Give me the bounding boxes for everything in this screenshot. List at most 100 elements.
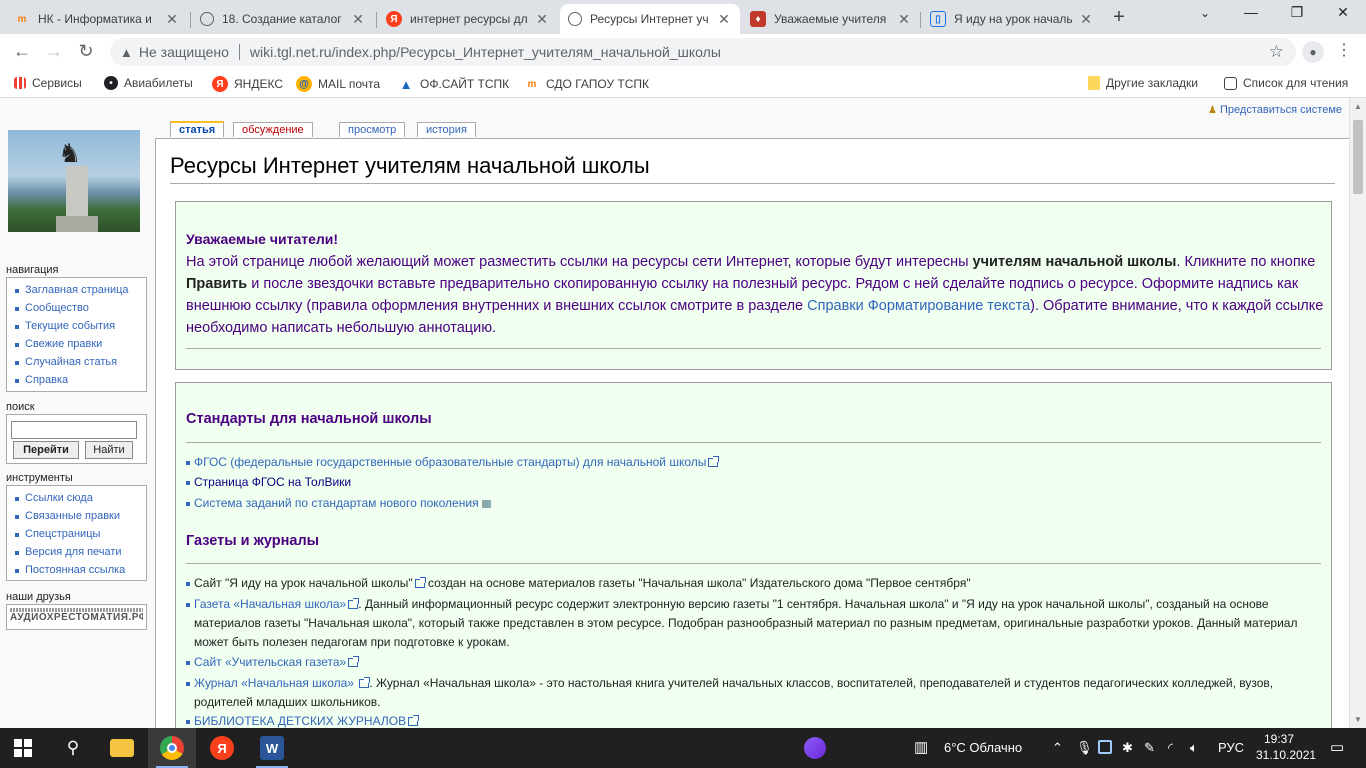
close-icon[interactable]: ✕ bbox=[716, 11, 732, 28]
tab-title: Я иду на урок началь bbox=[954, 12, 1073, 26]
content-area: Ресурсы Интернет учителям начальной школ… bbox=[155, 138, 1350, 728]
divider bbox=[238, 44, 240, 60]
taskbar-word[interactable]: W bbox=[248, 728, 296, 768]
window-close-button[interactable]: ✕ bbox=[1328, 4, 1358, 21]
taskbar-chrome[interactable] bbox=[148, 728, 196, 768]
intro-bold: Править bbox=[186, 276, 248, 292]
tools-item[interactable]: Версия для печати bbox=[13, 543, 146, 561]
microphone-icon[interactable]: 🎙︎ bbox=[1076, 740, 1093, 756]
weather-icon[interactable]: ▥ bbox=[914, 738, 928, 756]
chevron-up-icon[interactable]: ⌃ bbox=[1052, 740, 1063, 756]
browser-tab-6[interactable]: ▯ Я иду на урок началь ✕ bbox=[922, 4, 1102, 34]
volume-icon[interactable]: 🔈︎ bbox=[1190, 740, 1198, 756]
go-button[interactable]: Перейти bbox=[13, 441, 79, 459]
bookmark-sdo[interactable]: m СДО ГАПОУ ТСПК bbox=[524, 76, 649, 92]
nav-item[interactable]: Свежие правки bbox=[13, 335, 146, 353]
back-button[interactable]: ← bbox=[10, 41, 34, 62]
globe-icon bbox=[568, 12, 582, 26]
security-status[interactable]: Не защищено bbox=[139, 44, 229, 60]
browser-tab-1[interactable]: m НК - Информатика и ✕ bbox=[6, 4, 188, 34]
bookmark-mail[interactable]: @ MAIL почта bbox=[296, 76, 380, 92]
globe-icon: • bbox=[104, 76, 118, 90]
bookmark-tspk-site[interactable]: ▲ ОФ.САЙТ ТСПК bbox=[398, 76, 510, 92]
tools-item[interactable]: Ссылки сюда bbox=[13, 489, 146, 507]
search-icon: ⚲ bbox=[66, 738, 80, 757]
bookmark-star-icon[interactable]: ☆ bbox=[1269, 42, 1284, 62]
i-go-to-lesson-link[interactable]: Сайт "Я иду на урок начальной школы" bbox=[194, 576, 413, 590]
nav-item[interactable]: Сообщество bbox=[13, 299, 146, 317]
scroll-thumb[interactable] bbox=[1353, 120, 1363, 194]
tab-article[interactable]: статья bbox=[170, 121, 225, 137]
fgos-tolwiki-link[interactable]: Страница ФГОС на ТолВики bbox=[194, 475, 351, 489]
newspaper-primary-school-link[interactable]: Газета «Начальная школа» bbox=[194, 597, 346, 611]
app-tray-icon[interactable] bbox=[1098, 740, 1112, 754]
login-link[interactable]: ♟ Представиться системе bbox=[1208, 104, 1342, 116]
tools-heading: инструменты bbox=[6, 472, 73, 484]
tab-history[interactable]: история bbox=[417, 122, 476, 137]
browser-toolbar: ← → ↻ ▲ Не защищено wiki.tgl.net.ru/inde… bbox=[0, 34, 1366, 70]
bookmark-flights[interactable]: • Авиабилеты bbox=[104, 76, 193, 90]
alice-assistant[interactable] bbox=[800, 728, 830, 768]
find-button[interactable]: Найти bbox=[85, 441, 133, 459]
start-button[interactable] bbox=[0, 728, 46, 768]
other-bookmarks[interactable]: Другие закладки bbox=[1088, 76, 1198, 90]
minimize-button[interactable]: — bbox=[1236, 4, 1266, 20]
warning-icon[interactable]: ▲ bbox=[120, 45, 133, 60]
url-text[interactable]: wiki.tgl.net.ru/index.php/Ресурсы_Интерн… bbox=[250, 44, 721, 60]
reading-list[interactable]: Список для чтения bbox=[1224, 76, 1348, 90]
children-journals-library-link[interactable]: БИБЛИОТЕКА ДЕТСКИХ ЖУРНАЛОВ bbox=[194, 714, 406, 728]
help-formatting-link[interactable]: Справки Форматирование текста bbox=[807, 298, 1030, 314]
browser-tab-2[interactable]: 18. Создание каталог ✕ bbox=[192, 4, 374, 34]
clock-date[interactable]: 31.10.2021 bbox=[1256, 748, 1316, 762]
browser-tab-4-active[interactable]: Ресурсы Интернет уч ✕ bbox=[560, 4, 740, 34]
close-icon[interactable]: ✕ bbox=[534, 11, 550, 28]
bluetooth-icon[interactable]: ✱ bbox=[1122, 740, 1133, 756]
taskbar-explorer[interactable] bbox=[98, 728, 146, 768]
audio-anthology-banner[interactable]: АУДИОХРЕСТОМАТИЯ.РФ bbox=[10, 608, 143, 626]
close-icon[interactable]: ✕ bbox=[164, 11, 180, 28]
language-indicator[interactable]: РУС bbox=[1218, 740, 1244, 755]
bookmark-yandex[interactable]: Я ЯНДЕКС bbox=[212, 76, 283, 92]
nav-item[interactable]: Случайная статья bbox=[13, 353, 146, 371]
tab-search-chevron-icon[interactable]: ⌄ bbox=[1190, 6, 1220, 20]
tab-discussion[interactable]: обсуждение bbox=[233, 122, 313, 137]
nav-item[interactable]: Заглавная страница bbox=[13, 281, 146, 299]
list-item: Система заданий по стандартам нового пок… bbox=[186, 494, 1316, 513]
menu-kebab-icon[interactable]: ⋮ bbox=[1336, 40, 1352, 60]
notifications-icon[interactable]: ▭ bbox=[1330, 738, 1344, 756]
browser-tab-3[interactable]: Я интернет ресурсы дл ✕ bbox=[378, 4, 558, 34]
close-icon[interactable]: ✕ bbox=[1078, 11, 1094, 28]
taskbar-yandex[interactable]: Я bbox=[198, 728, 246, 768]
tools-item[interactable]: Связанные правки bbox=[13, 507, 146, 525]
weather-text[interactable]: 6°C Облачно bbox=[944, 740, 1022, 755]
browser-tab-5[interactable]: ♦ Уважаемые учителя ✕ bbox=[742, 4, 920, 34]
clock-time[interactable]: 19:37 bbox=[1264, 732, 1294, 746]
restore-button[interactable]: ❐ bbox=[1282, 4, 1312, 21]
close-icon[interactable]: ✕ bbox=[896, 11, 912, 28]
nav-item[interactable]: Текущие события bbox=[13, 317, 146, 335]
fgos-link[interactable]: ФГОС (федеральные государственные образо… bbox=[194, 455, 706, 469]
pen-icon[interactable]: ✎ bbox=[1144, 740, 1155, 756]
journal-primary-school-link[interactable]: Журнал «Начальная школа» bbox=[194, 676, 354, 690]
nav-item[interactable]: Справка bbox=[13, 371, 146, 389]
close-icon[interactable]: ✕ bbox=[350, 11, 366, 28]
page-scrollbar[interactable]: ▲ ▼ bbox=[1349, 98, 1366, 728]
forward-button[interactable]: → bbox=[42, 41, 66, 62]
tools-item[interactable]: Спецстраницы bbox=[13, 525, 146, 543]
scroll-down-icon[interactable]: ▼ bbox=[1354, 715, 1362, 724]
wifi-icon[interactable]: ◜ bbox=[1168, 740, 1173, 756]
teachers-newspaper-link[interactable]: Сайт «Учительская газета» bbox=[194, 655, 346, 669]
search-input[interactable] bbox=[11, 421, 137, 439]
list-item: БИБЛИОТЕКА ДЕТСКИХ ЖУРНАЛОВ bbox=[186, 712, 1316, 728]
tasks-system-link[interactable]: Система заданий по стандартам нового пок… bbox=[194, 496, 479, 510]
reload-button[interactable]: ↻ bbox=[74, 41, 98, 62]
search-button[interactable]: ⚲ bbox=[50, 728, 96, 768]
site-logo[interactable]: ♞ bbox=[8, 130, 140, 232]
address-bar[interactable]: ▲ Не защищено wiki.tgl.net.ru/index.php/… bbox=[110, 38, 1296, 66]
new-tab-button[interactable]: + bbox=[1108, 6, 1130, 29]
profile-avatar-icon[interactable]: ● bbox=[1302, 41, 1324, 63]
bookmark-services[interactable]: Сервисы bbox=[14, 76, 82, 90]
tab-view-source[interactable]: просмотр bbox=[339, 122, 406, 137]
tools-item[interactable]: Постоянная ссылка bbox=[13, 561, 146, 579]
scroll-up-icon[interactable]: ▲ bbox=[1354, 102, 1362, 111]
